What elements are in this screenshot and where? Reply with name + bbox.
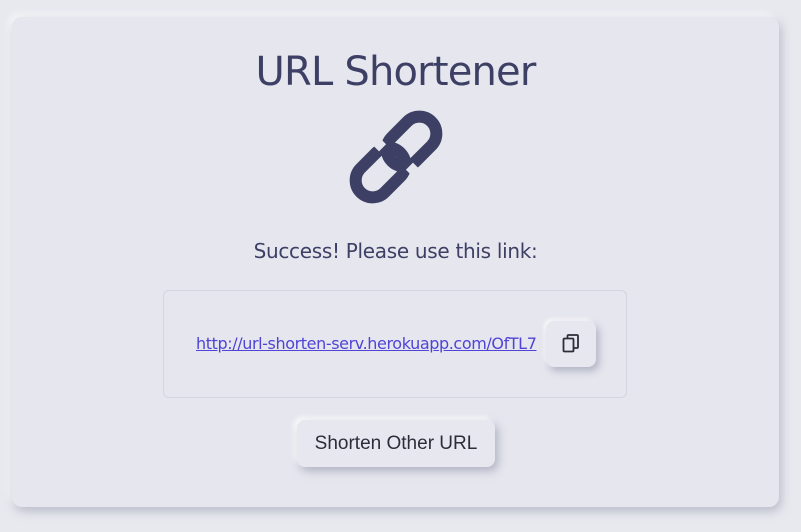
shortener-card: URL Shortener Success! Please use this l…: [12, 17, 779, 507]
success-message: Success! Please use this link:: [253, 239, 538, 263]
copy-icon: [562, 334, 579, 353]
result-box: http://url-shorten-serv.herokuapp.com/Of…: [163, 290, 627, 398]
link-icon: [349, 110, 443, 204]
page-title: URL Shortener: [255, 49, 536, 95]
short-url-link[interactable]: http://url-shorten-serv.herokuapp.com/Of…: [196, 334, 537, 354]
copy-button[interactable]: [546, 321, 596, 367]
shorten-other-url-button[interactable]: Shorten Other URL: [297, 420, 495, 467]
